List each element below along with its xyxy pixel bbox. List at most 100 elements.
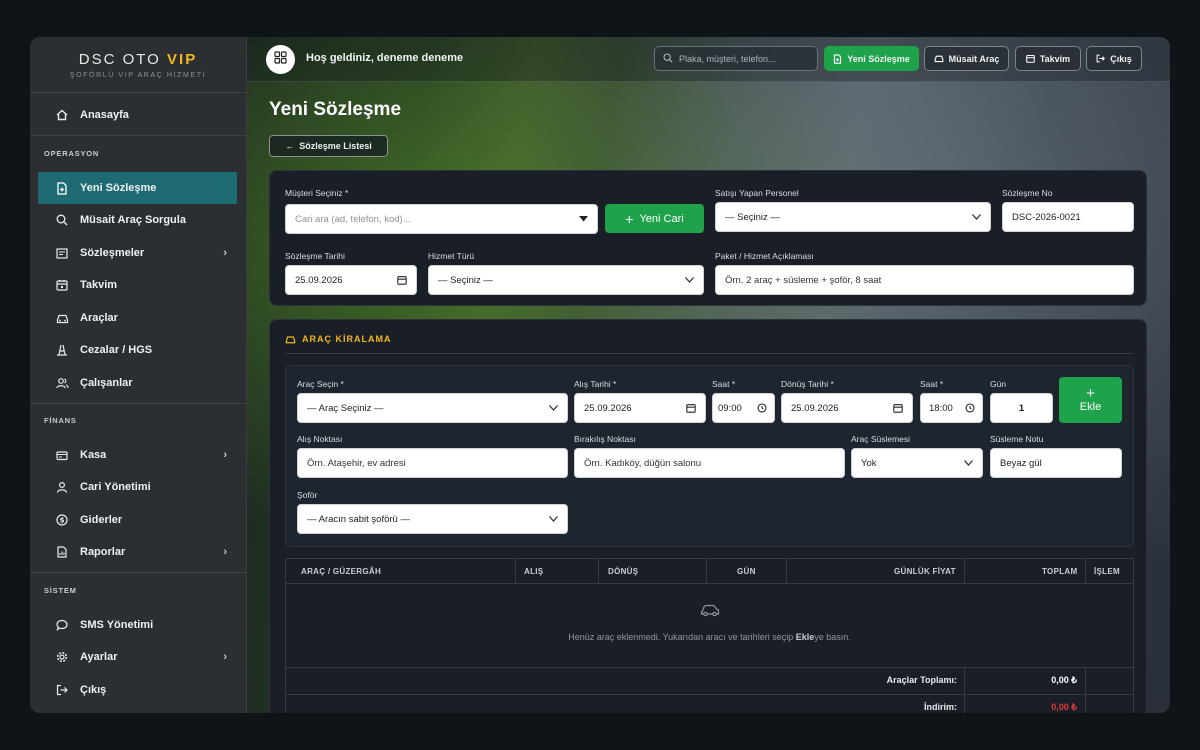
add-vehicle-button[interactable]: + Ekle — [1059, 377, 1122, 423]
vehicles-total-value: 0,00 ₺ — [1051, 675, 1077, 685]
chevron-down-icon — [549, 516, 558, 522]
vehicle-label: Araç Seçin * — [297, 379, 344, 389]
sidebar-item-label: Anasayfa — [80, 109, 129, 121]
pickup-date-label: Alış Tarihi * — [574, 379, 617, 389]
return-date-field[interactable]: 25.09.2026 — [781, 393, 913, 423]
brand-vip: VIP — [167, 51, 198, 68]
discount-label: İndirim: — [924, 702, 957, 712]
sidebar-item-raporlar[interactable]: Raporlar › — [38, 536, 237, 568]
pickup-point-field[interactable]: Örn. Ataşehir, ev adresi — [297, 448, 568, 478]
pickup-date-field[interactable]: 25.09.2026 — [574, 393, 706, 423]
contract-no-field[interactable]: DSC-2026-0021 — [1002, 202, 1134, 232]
car-icon — [285, 335, 296, 344]
vehicle-select[interactable]: — Araç Seçiniz — — [297, 393, 568, 423]
customer-label: Müşteri Seçiniz * — [285, 188, 349, 198]
staff-select[interactable]: — Seçiniz — — [715, 202, 991, 232]
customer-select[interactable]: Cari ara (ad, telefon, kod)... — [285, 204, 598, 234]
contract-date-field[interactable]: 25.09.2026 — [285, 265, 417, 295]
wallet-icon — [55, 448, 69, 462]
pickup-point-placeholder: Örn. Ataşehir, ev adresi — [307, 457, 406, 469]
caret-down-icon — [579, 216, 588, 222]
sidebar-item-label: Cari Yönetimi — [80, 481, 151, 493]
new-contract-button[interactable]: Yeni Sözleşme — [824, 46, 919, 71]
new-customer-button[interactable]: + Yeni Cari — [605, 204, 704, 233]
return-time-field[interactable]: 18:00 — [920, 393, 983, 423]
chevron-down-icon — [685, 277, 694, 283]
sidebar-item-yeni-sozlesme[interactable]: Yeni Sözleşme — [38, 172, 237, 204]
report-icon — [55, 545, 69, 559]
button-label: Sözleşme Listesi — [299, 141, 372, 151]
dollar-circle-icon: $ — [55, 513, 69, 527]
sidebar-item-label: Araçlar — [80, 312, 118, 324]
pickup-date-value: 25.09.2026 — [584, 402, 632, 414]
divider — [786, 559, 787, 583]
users-icon — [55, 376, 69, 390]
sidebar-item-kasa[interactable]: Kasa › — [38, 439, 237, 471]
chat-icon — [55, 618, 69, 632]
driver-label: Şoför — [297, 490, 318, 500]
drop-point-field[interactable]: Örn. Kadıköy, düğün salonu — [574, 448, 845, 478]
days-label: Gün — [990, 379, 1007, 389]
package-field[interactable]: Örn. 2 araç + süsleme + şoför, 8 saat — [715, 265, 1134, 295]
empty-text: ye basın. — [814, 632, 851, 642]
days-field[interactable]: 1 — [990, 393, 1053, 423]
divider — [286, 583, 1133, 584]
package-label: Paket / Hizmet Açıklaması — [715, 251, 814, 261]
brand-subtitle: ŞOFÖRLÜ VIP ARAÇ HİZMETİ — [69, 72, 207, 79]
divider — [286, 694, 1133, 695]
vehicle-value: — Araç Seçiniz — — [307, 402, 384, 414]
chevron-right-icon: › — [223, 651, 227, 663]
sidebar-item-sozlesmeler[interactable]: Sözleşmeler › — [38, 237, 237, 269]
discount-value: 0,00 ₺ — [1051, 702, 1077, 712]
divider — [1085, 667, 1086, 713]
pickup-time-field[interactable]: 09:00 — [712, 393, 775, 423]
table-header: ALIŞ — [524, 566, 544, 576]
decoration-value: Yok — [861, 457, 877, 469]
button-label: Yeni Sözleşme — [847, 53, 910, 64]
sidebar-item-cikis[interactable]: Çıkış — [38, 674, 237, 706]
driver-select[interactable]: — Aracın sabit şoförü — — [297, 504, 568, 534]
brand-name: DSC OTO — [78, 51, 161, 68]
calendar-icon — [397, 275, 407, 285]
sidebar-item-anasayfa[interactable]: Anasayfa — [38, 99, 237, 131]
decoration-select[interactable]: Yok — [851, 448, 983, 478]
customer-placeholder: Cari ara (ad, telefon, kod)... — [295, 213, 411, 225]
file-plus-icon — [55, 181, 69, 195]
sidebar-item-giderler[interactable]: $ Giderler — [38, 504, 237, 536]
decoration-label: Araç Süslemesi — [851, 434, 911, 444]
search-input[interactable]: Plaka, müşteri, telefon... — [654, 46, 818, 71]
decoration-note-field[interactable]: Beyaz gül — [990, 448, 1122, 478]
divider — [598, 559, 599, 583]
decoration-note-value: Beyaz gül — [1000, 457, 1042, 469]
search-icon — [55, 213, 69, 227]
return-time-value: 18:00 — [929, 402, 953, 414]
sidebar-item-label: Çalışanlar — [80, 377, 133, 389]
sidebar-item-musait-arac[interactable]: Müsait Araç Sorgula — [38, 204, 237, 236]
empty-table-message: Henüz araç eklenmedi. Yukarıdan aracı ve… — [286, 632, 1133, 642]
arrow-left-icon: ← — [285, 141, 295, 151]
table-header: İŞLEM — [1094, 566, 1120, 576]
sidebar-item-sms-yonetimi[interactable]: SMS Yönetimi — [38, 609, 237, 641]
sidebar-item-cari-yonetimi[interactable]: Cari Yönetimi — [38, 471, 237, 503]
sidebar-item-cezalar[interactable]: Cezalar / HGS — [38, 334, 237, 366]
sidebar-item-label: Takvim — [80, 279, 118, 291]
contract-no-value: DSC-2026-0021 — [1012, 211, 1081, 223]
logout-button[interactable]: Çıkış — [1086, 46, 1142, 71]
sidebar-item-araclar[interactable]: Araçlar — [38, 302, 237, 334]
sidebar-item-calisanlar[interactable]: Çalışanlar — [38, 367, 237, 399]
brand[interactable]: DSC OTO VIP ŞOFÖRLÜ VIP ARAÇ HİZMETİ — [30, 37, 246, 93]
back-to-list-button[interactable]: ← Sözleşme Listesi — [269, 135, 388, 157]
plus-icon: + — [1086, 385, 1095, 402]
menu-toggle-button[interactable] — [266, 45, 295, 74]
road-icon — [55, 343, 69, 357]
calendar-button[interactable]: Takvim — [1015, 46, 1081, 71]
sidebar-item-label: Kasa — [80, 449, 107, 461]
available-car-button[interactable]: Müsait Araç — [924, 46, 1009, 71]
driver-value: — Aracın sabit şoförü — — [307, 513, 410, 525]
divider — [1085, 559, 1086, 583]
contract-icon — [55, 246, 69, 260]
sidebar-item-takvim[interactable]: Takvim — [38, 269, 237, 301]
sidebar-item-ayarlar[interactable]: Ayarlar › — [38, 641, 237, 673]
vehicle-table: ARAÇ / GÜZERGÂH ALIŞ DÖNÜŞ GÜN GÜNLÜK Fİ… — [285, 558, 1134, 713]
service-type-select[interactable]: — Seçiniz — — [428, 265, 704, 295]
